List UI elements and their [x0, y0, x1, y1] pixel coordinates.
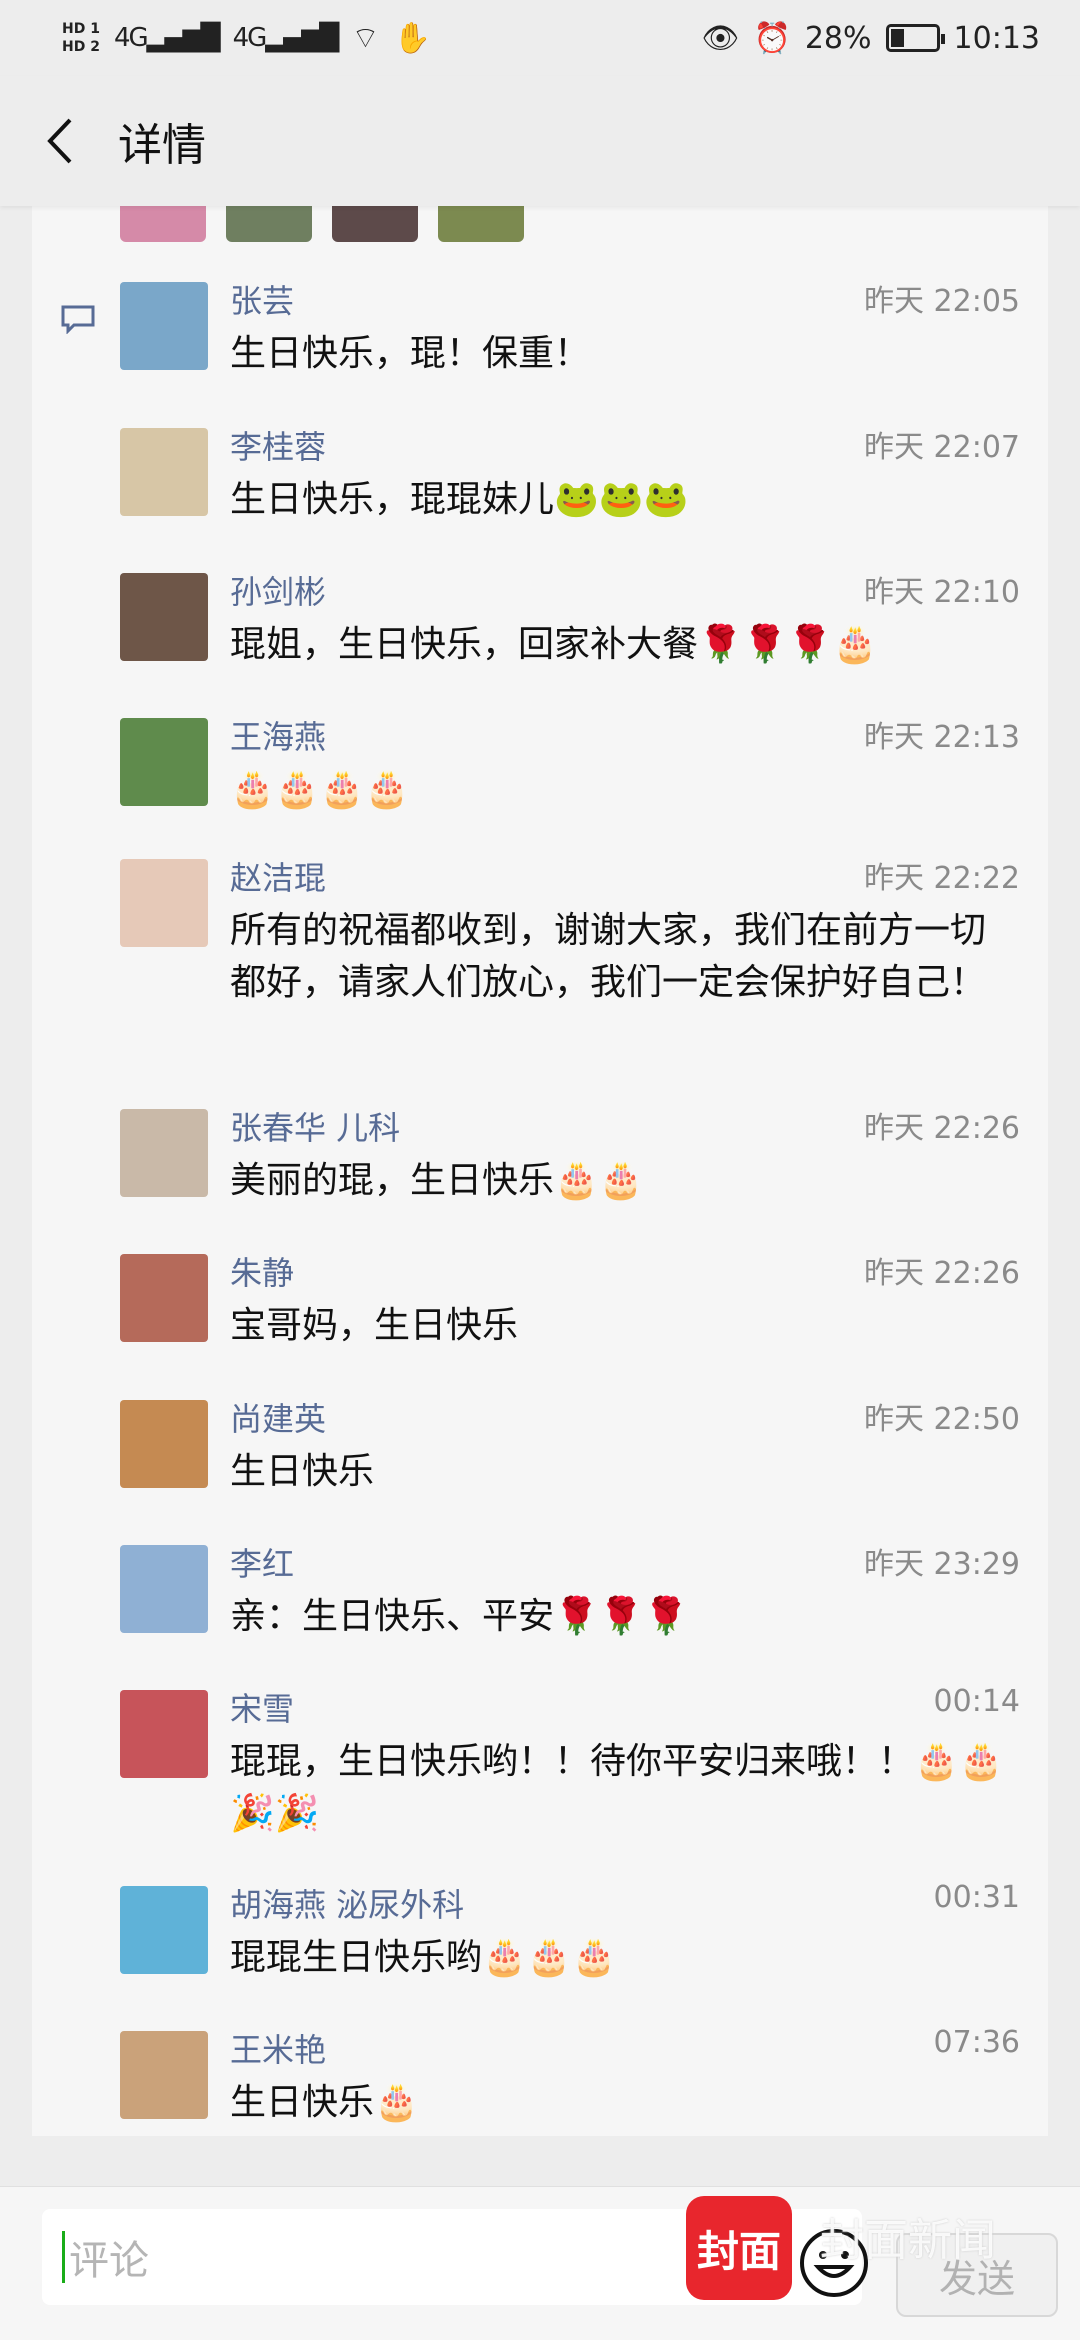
- comment-time: 昨天 23:29: [864, 1547, 1020, 1582]
- hand-icon: ✋: [393, 20, 431, 56]
- eye-icon: 👁: [701, 20, 740, 56]
- comment-time: 昨天 22:50: [864, 1402, 1020, 1437]
- avatar[interactable]: [120, 1400, 208, 1488]
- commenter-name[interactable]: 张春华 儿科: [230, 1103, 400, 1149]
- comment-text: 美丽的琨，生日快乐🎂🎂: [230, 1160, 644, 1201]
- comment-text: 生日快乐，琨！保重！: [230, 333, 591, 374]
- avatar[interactable]: [120, 1545, 208, 1633]
- commenter-name[interactable]: 赵洁琨: [230, 853, 326, 899]
- watermark-text: 封面新闻: [820, 2215, 996, 2266]
- comment-time: 00:31: [933, 1880, 1020, 1915]
- commenter-name[interactable]: 孙剑彬: [230, 567, 326, 613]
- like-avatar[interactable]: [226, 206, 312, 242]
- comment-time: 昨天 22:10: [864, 575, 1020, 610]
- comment-icon: [61, 305, 95, 334]
- text-cursor: [62, 2231, 65, 2283]
- avatar[interactable]: [120, 1254, 208, 1342]
- comment-text: 生日快乐: [230, 1451, 375, 1492]
- comment-placeholder: 评论: [69, 2238, 149, 2284]
- avatar[interactable]: [120, 2031, 208, 2119]
- like-avatar[interactable]: [438, 206, 524, 242]
- battery-icon: [885, 24, 945, 52]
- commenter-name[interactable]: 李桂蓉: [230, 422, 326, 468]
- likes-avatars: [120, 206, 524, 242]
- signal-icon-1: 4G▂▄▆█: [113, 23, 221, 53]
- commenter-name[interactable]: 张芸: [230, 276, 294, 322]
- avatar[interactable]: [120, 282, 208, 370]
- comment-time: 00:14: [933, 1684, 1020, 1719]
- commenter-name[interactable]: 王海燕: [230, 712, 326, 758]
- avatar[interactable]: [120, 1109, 208, 1197]
- signal-icon-2: 4G▂▄▆█: [232, 23, 340, 53]
- avatar[interactable]: [120, 1886, 208, 1974]
- commenter-name[interactable]: 胡海燕 泌尿外科: [230, 1880, 464, 1926]
- wifi-icon: ⌔: [351, 21, 380, 56]
- top-bar: 详情: [0, 76, 1080, 206]
- comment-text: 生日快乐🎂: [230, 2082, 419, 2123]
- comment-text: 🎂🎂🎂🎂: [230, 769, 410, 810]
- avatar[interactable]: [120, 1690, 208, 1778]
- comment-time: 昨天 22:05: [864, 284, 1020, 319]
- comment-text: 琨琨，生日快乐哟！！待你平安归来哦！！🎂🎂🎉🎉: [230, 1741, 1004, 1834]
- commenter-name[interactable]: 朱静: [230, 1248, 294, 1294]
- status-bar: HD 1 HD 2 4G▂▄▆█ 4G▂▄▆█ ⌔ ✋ 👁 ⏰ 28% 10:1…: [0, 0, 1080, 76]
- alarm-icon: ⏰: [753, 20, 791, 56]
- commenter-name[interactable]: 李红: [230, 1539, 294, 1585]
- comment-time: 昨天 22:26: [864, 1111, 1020, 1146]
- like-avatar[interactable]: [120, 206, 206, 242]
- avatar[interactable]: [120, 718, 208, 806]
- watermark-logo: 封面: [686, 2196, 792, 2300]
- comment-time: 昨天 22:13: [864, 720, 1020, 755]
- commenter-name[interactable]: 王米艳: [230, 2025, 326, 2071]
- avatar[interactable]: [120, 428, 208, 516]
- comment-text: 亲：生日快乐、平安🌹🌹🌹: [230, 1596, 689, 1637]
- comment-text: 琨琨生日快乐哟🎂🎂🎂: [230, 1937, 617, 1978]
- comment-text: 宝哥妈，生日快乐: [230, 1305, 519, 1346]
- like-avatar[interactable]: [332, 206, 418, 242]
- hd-indicator: HD 1 HD 2: [62, 21, 100, 55]
- commenter-name[interactable]: 宋雪: [230, 1684, 294, 1730]
- comment-text: 生日快乐，琨琨妹儿🐸🐸🐸: [230, 479, 689, 520]
- back-button[interactable]: [30, 111, 90, 171]
- comment-time: 昨天 22:26: [864, 1256, 1020, 1291]
- avatar[interactable]: [120, 573, 208, 661]
- page-title: 详情: [118, 120, 206, 171]
- battery-percent: 28%: [804, 20, 872, 56]
- commenter-name[interactable]: 尚建英: [230, 1394, 326, 1440]
- comment-time: 07:36: [933, 2025, 1020, 2060]
- avatar[interactable]: [120, 859, 208, 947]
- comment-text: 琨姐，生日快乐，回家补大餐🌹🌹🌹🎂: [230, 624, 878, 665]
- clock: 10:13: [953, 20, 1040, 56]
- comment-time: 昨天 22:22: [864, 861, 1020, 896]
- comment-text: 所有的祝福都收到，谢谢大家，我们在前方一切都好，请家人们放心，我们一定会保护好自…: [230, 910, 987, 1003]
- chevron-left-icon: [47, 118, 72, 164]
- comment-time: 昨天 22:07: [864, 430, 1020, 465]
- comments-panel: 张芸 昨天 22:05 生日快乐，琨！保重！ 李桂蓉 昨天 22:07 生日快乐，琨琨妹儿…: [32, 206, 1048, 2136]
